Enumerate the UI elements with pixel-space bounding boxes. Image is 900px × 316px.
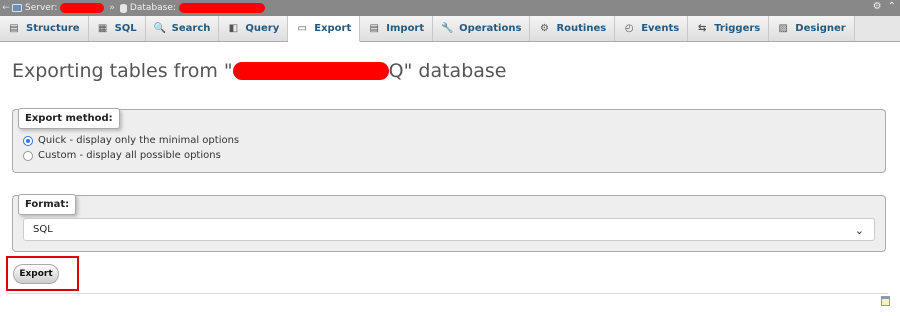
divider xyxy=(8,293,888,294)
routines-icon: ⚙ xyxy=(539,23,549,34)
breadcrumb-separator: » xyxy=(109,3,115,13)
tab-search[interactable]: 🔍 Search xyxy=(145,16,220,41)
tab-operations[interactable]: 🔧 Operations xyxy=(433,16,531,41)
format-legend: Format: xyxy=(18,194,77,215)
collapse-icon[interactable]: ⌃ xyxy=(888,1,896,12)
export-button-highlight: Export xyxy=(6,256,79,291)
console-icon[interactable] xyxy=(881,296,890,306)
wrench-icon: 🔧 xyxy=(440,23,454,34)
tab-designer[interactable]: ▨ Designer xyxy=(769,16,855,41)
export-method-fieldset: Export method: Quick - display only the … xyxy=(12,108,886,173)
quick-option-label[interactable]: Quick - display only the minimal options xyxy=(38,135,239,146)
tab-routines[interactable]: ⚙ Routines xyxy=(530,16,616,41)
back-arrow-icon[interactable]: ← xyxy=(0,3,12,13)
breadcrumb-server[interactable]: Server: xyxy=(12,3,105,13)
database-name-redacted xyxy=(178,3,265,13)
page-title-prefix: Exporting tables from " xyxy=(12,60,233,82)
sql-icon: ▦ xyxy=(97,23,108,34)
custom-option-label[interactable]: Custom - display all possible options xyxy=(38,150,221,161)
tab-label: Query xyxy=(245,23,280,34)
tab-structure[interactable]: ▤ Structure xyxy=(0,16,89,41)
tab-label: Triggers xyxy=(714,23,761,34)
breadcrumb-bar: ← Server: » Database: ⚙ ⌃ xyxy=(0,0,900,16)
tab-label: Search xyxy=(171,23,211,34)
tab-label: Structure xyxy=(26,23,80,34)
quick-radio-button[interactable] xyxy=(23,135,33,146)
structure-icon: ▤ xyxy=(9,23,19,34)
tab-sql[interactable]: ▦ SQL xyxy=(88,16,146,41)
tab-label: Designer xyxy=(795,23,846,34)
designer-icon: ▨ xyxy=(778,23,788,34)
server-icon xyxy=(12,4,22,12)
custom-export-option[interactable]: Custom - display all possible options xyxy=(23,150,221,161)
database-name-redacted xyxy=(232,62,389,80)
tab-query[interactable]: ◧ Query xyxy=(219,16,289,41)
format-fieldset: Format: SQL ⌄ xyxy=(12,194,886,252)
breadcrumb-database[interactable]: Database: xyxy=(119,3,265,13)
chevron-down-icon: ⌄ xyxy=(854,224,864,237)
custom-radio-button[interactable] xyxy=(23,150,33,161)
query-icon: ◧ xyxy=(228,23,239,34)
quick-export-option[interactable]: Quick - display only the minimal options xyxy=(23,135,239,146)
tab-import[interactable]: ▤ Import xyxy=(360,16,434,41)
export-icon: ▭ xyxy=(297,23,307,34)
import-icon: ▤ xyxy=(369,23,379,34)
tab-label: Export xyxy=(314,23,352,34)
export-button[interactable]: Export xyxy=(13,264,59,284)
tab-label: Routines xyxy=(556,23,607,34)
tab-label: Events xyxy=(641,23,680,34)
export-method-legend: Export method: xyxy=(18,108,120,129)
tab-label: SQL xyxy=(114,23,137,34)
triggers-icon: ⇆ xyxy=(697,23,707,34)
database-tab-bar: ▤ Structure ▦ SQL 🔍 Search ◧ Query ▭ Export ▤ Impor… xyxy=(0,16,900,42)
page-title: Exporting tables from " Q" database xyxy=(12,60,507,82)
tab-triggers[interactable]: ⇆ Triggers xyxy=(688,16,770,41)
database-label: Database: xyxy=(129,3,176,13)
server-label: Server: xyxy=(25,3,58,13)
format-select[interactable]: SQL ⌄ xyxy=(23,218,875,241)
settings-gear-icon[interactable]: ⚙ xyxy=(873,1,882,12)
search-icon: 🔍 xyxy=(153,23,166,34)
server-name-redacted xyxy=(60,3,105,13)
clock-icon: ◴ xyxy=(624,23,634,34)
page-title-suffix: Q" database xyxy=(388,60,507,82)
tab-label: Operations xyxy=(459,23,522,34)
tab-export[interactable]: ▭ Export xyxy=(288,16,361,42)
database-icon xyxy=(119,3,127,13)
format-selected-value: SQL xyxy=(33,224,53,235)
tab-events[interactable]: ◴ Events xyxy=(615,16,689,41)
tab-label: Import xyxy=(386,23,425,34)
